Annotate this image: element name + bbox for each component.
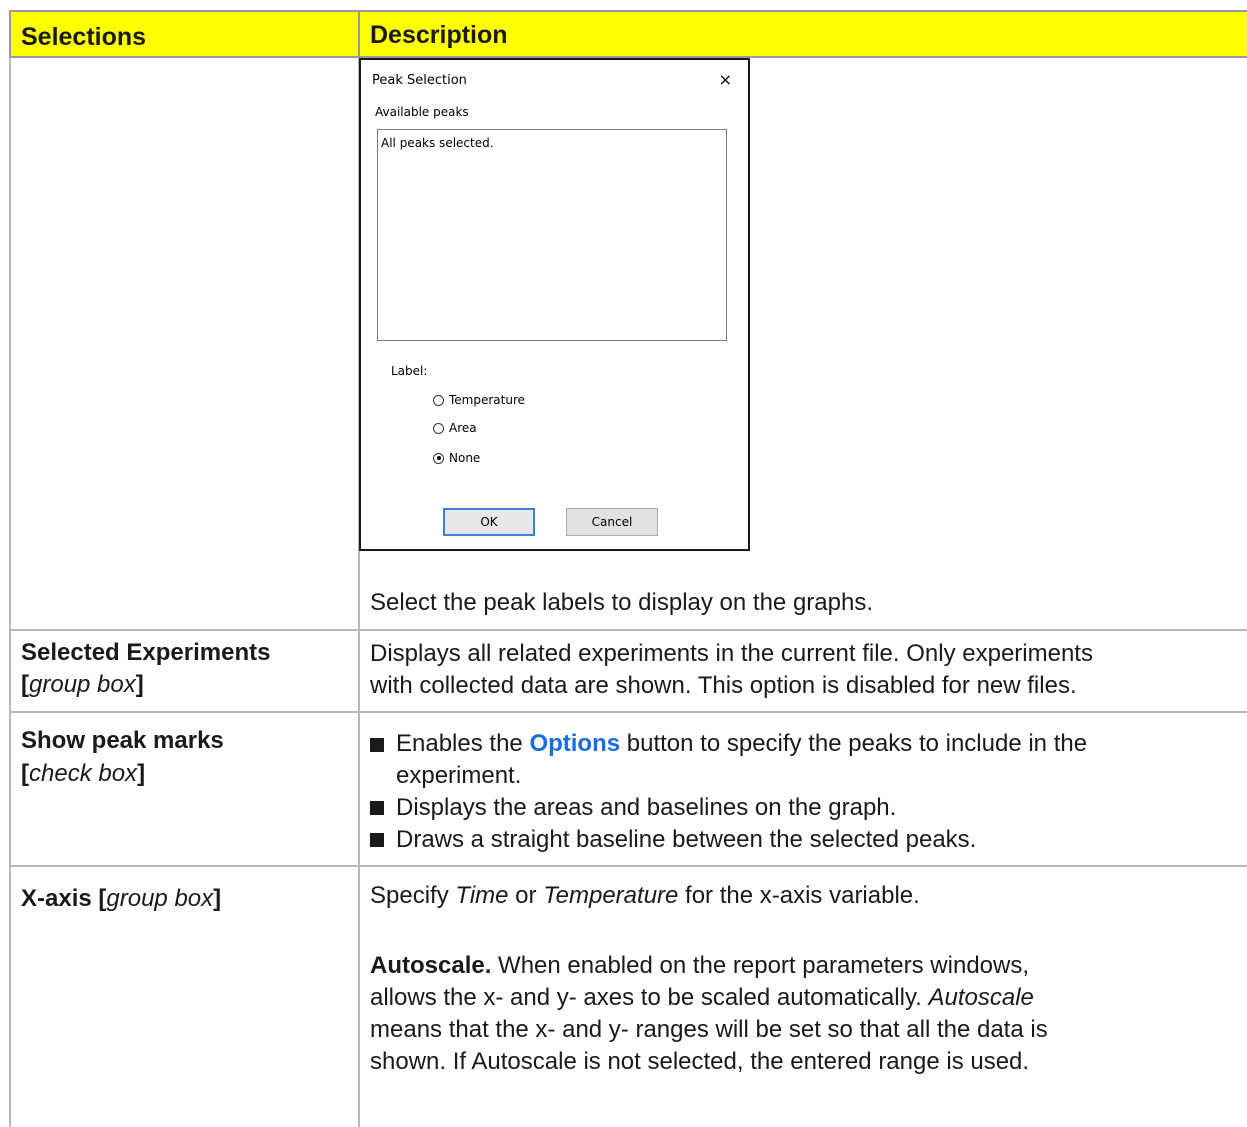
row1-description: Select the peak labels to display on the… (370, 589, 873, 616)
peak-selection-dialog: Peak Selection × Available peaks All pea… (359, 58, 750, 551)
radio-area[interactable]: Area (433, 419, 477, 437)
selection-cell: X-axis [group box] (9, 867, 360, 1127)
list-item: All peaks selected. (381, 136, 494, 150)
row4-paragraph2-line3: means that the x- and y- ranges will be … (370, 1016, 1048, 1043)
radio-button-icon[interactable] (433, 422, 444, 434)
label-caption: Label: (391, 364, 428, 378)
radio-none[interactable]: None (433, 449, 480, 467)
radio-button-selected-icon[interactable] (433, 452, 444, 464)
header-cell-description: Description (360, 12, 1247, 56)
row2-description-line1: Displays all related experiments in the … (370, 640, 1093, 667)
row4-paragraph2-line1: Autoscale. When enabled on the report pa… (370, 952, 1030, 979)
table-header: Selections Description (9, 10, 1247, 58)
table-row: X-axis [group box] Specify Time or Tempe… (9, 867, 1247, 1127)
dialog-title: Peak Selection (372, 73, 467, 88)
row2-type: [group box] (21, 671, 144, 698)
ok-button[interactable]: OK (443, 508, 535, 536)
row4-paragraph2-line4: shown. If Autoscale is not selected, the… (370, 1048, 1030, 1075)
header-description: Description (370, 21, 508, 49)
bullet-icon (370, 833, 384, 847)
row4-paragraph1: Specify Time or Temperature for the x-ax… (370, 882, 920, 909)
row3-bullet1-continued: experiment. (396, 762, 522, 789)
row2-title: Selected Experiments (21, 639, 271, 666)
available-peaks-label: Available peaks (375, 105, 469, 119)
bullet-icon (370, 738, 384, 752)
description-cell: Displays all related experiments in the … (360, 631, 1247, 711)
options-link[interactable]: Options (529, 730, 620, 757)
row4-paragraph2-line2: allows the x- and y- axes to be scaled a… (370, 984, 1034, 1011)
row3-bullet2: Displays the areas and baselines on the … (396, 794, 897, 821)
radio-temperature[interactable]: Temperature (433, 391, 525, 409)
row3-title: Show peak marks (21, 727, 224, 754)
header-cell-selections: Selections (9, 12, 360, 56)
radio-button-icon[interactable] (433, 394, 444, 406)
cancel-button[interactable]: Cancel (566, 508, 658, 536)
close-icon[interactable]: × (719, 70, 732, 89)
row3-bullet1: Enables the Options button to specify th… (396, 730, 1088, 757)
description-cell: Specify Time or Temperature for the x-ax… (360, 867, 1247, 1127)
header-selections: Selections (21, 23, 147, 51)
table-row: Selected Experiments [group box] Display… (9, 631, 1247, 713)
bullet-icon (370, 801, 384, 815)
available-peaks-list[interactable]: All peaks selected. (377, 129, 727, 341)
selection-cell (9, 58, 360, 629)
table-row: Show peak marks [check box] Enables the … (9, 713, 1247, 867)
row3-bullet3: Draws a straight baseline between the se… (396, 826, 977, 853)
description-cell: Enables the Options button to specify th… (360, 713, 1247, 865)
selection-cell: Selected Experiments [group box] (9, 631, 360, 711)
row4-title: X-axis [group box] (21, 885, 222, 912)
selection-cell: Show peak marks [check box] (9, 713, 360, 865)
row3-type: [check box] (21, 760, 146, 787)
row2-description-line2: with collected data are shown. This opti… (370, 672, 1077, 699)
